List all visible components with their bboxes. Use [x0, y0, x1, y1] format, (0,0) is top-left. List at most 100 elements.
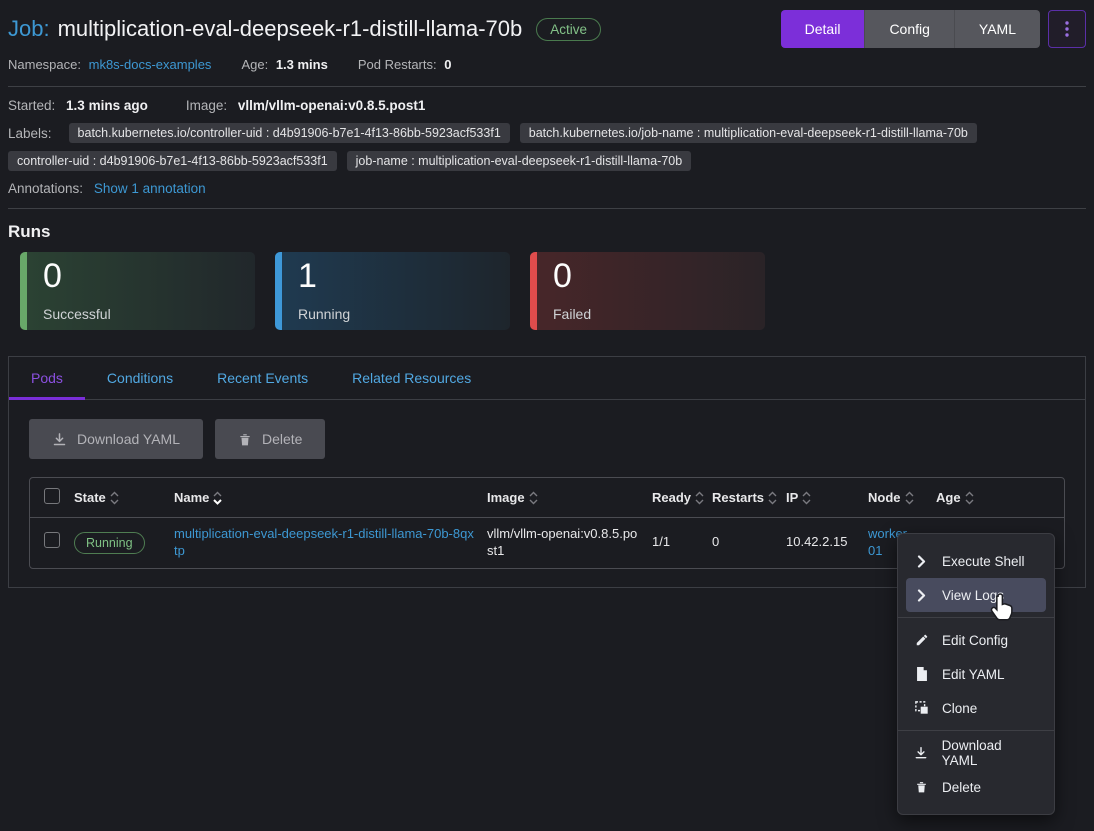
sort-icon: [695, 491, 704, 505]
successful-label: Successful: [43, 306, 239, 322]
labels-row: Labels: batch.kubernetes.io/controller-u…: [8, 123, 1086, 171]
pod-restarts: 0: [706, 518, 780, 568]
menu-item-execute-shell[interactable]: Execute Shell: [898, 544, 1054, 578]
menu-item-label: Clone: [942, 701, 977, 716]
sort-icon: [110, 491, 119, 505]
tab-recent-events[interactable]: Recent Events: [195, 357, 330, 399]
successful-count: 0: [43, 257, 239, 296]
chevron-right-icon: [914, 589, 929, 602]
failed-count: 0: [553, 257, 749, 296]
menu-item-delete[interactable]: Delete: [898, 770, 1054, 804]
yaml-view-button[interactable]: YAML: [954, 10, 1040, 48]
annotations-row: Annotations: Show 1 annotation: [8, 181, 1086, 196]
tab-related-resources[interactable]: Related Resources: [330, 357, 493, 399]
pod-image: vllm/vllm-openai:v0.8.5.post1: [481, 518, 646, 568]
runs-heading: Runs: [8, 222, 1086, 242]
row-checkbox[interactable]: [44, 532, 60, 548]
pod-state-badge: Running: [74, 532, 145, 554]
meta-pod-restarts: Pod Restarts: 0: [358, 57, 452, 72]
menu-item-label: View Logs: [942, 588, 1004, 603]
header-kebab-button[interactable]: [1048, 10, 1086, 48]
labels-label: Labels:: [8, 126, 52, 141]
meta-row: Namespace: mk8s-docs-examples Age: 1.3 m…: [8, 57, 1086, 72]
sort-icon-active: [213, 491, 222, 505]
successful-runs-card: 0 Successful: [20, 252, 255, 330]
image-value: vllm/vllm-openai:v0.8.5.post1: [238, 98, 426, 113]
show-annotation-link[interactable]: Show 1 annotation: [94, 181, 206, 196]
column-header-image[interactable]: Image: [481, 478, 646, 518]
pod-ready: 1/1: [646, 518, 706, 568]
meta-age: Age: 1.3 mins: [241, 57, 327, 72]
tab-conditions[interactable]: Conditions: [85, 357, 195, 399]
download-icon: [52, 432, 67, 447]
sort-icon: [965, 491, 974, 505]
tab-pods[interactable]: Pods: [9, 357, 85, 399]
job-detail-page: Job: multiplication-eval-deepseek-r1-dis…: [0, 0, 1094, 588]
menu-item-edit-config[interactable]: Edit Config: [898, 623, 1054, 657]
started-label: Started:: [8, 98, 55, 113]
failed-runs-card: 0 Failed: [530, 252, 765, 330]
pod-restarts-value: 0: [444, 57, 451, 72]
namespace-link[interactable]: mk8s-docs-examples: [89, 57, 212, 72]
column-header-node[interactable]: Node: [862, 478, 930, 518]
detail-view-button[interactable]: Detail: [781, 10, 865, 48]
started-image-row: Started: 1.3 mins ago Image: vllm/vllm-o…: [8, 98, 1086, 113]
running-runs-card: 1 Running: [275, 252, 510, 330]
menu-group-logs: Execute Shell View Logs: [898, 539, 1054, 617]
age-value: 1.3 mins: [276, 57, 328, 72]
menu-item-label: Execute Shell: [942, 554, 1025, 569]
runs-cards: 0 Successful 1 Running 0 Failed: [20, 252, 1086, 330]
column-header-ready[interactable]: Ready: [646, 478, 706, 518]
running-count: 1: [298, 257, 494, 296]
label-badge: batch.kubernetes.io/job-name : multiplic…: [520, 123, 977, 143]
status-badge: Active: [536, 18, 601, 41]
column-header-state[interactable]: State: [68, 478, 168, 518]
resource-kind: Job:: [8, 16, 50, 42]
menu-item-download-yaml[interactable]: Download YAML: [898, 736, 1054, 770]
menu-item-label: Delete: [942, 780, 981, 795]
label-badge: job-name : multiplication-eval-deepseek-…: [347, 151, 692, 171]
annotations-label: Annotations:: [8, 181, 83, 196]
image-field: Image: vllm/vllm-openai:v0.8.5.post1: [186, 98, 426, 113]
menu-item-label: Edit Config: [942, 633, 1008, 648]
kebab-icon: [1065, 21, 1069, 37]
select-all-checkbox[interactable]: [44, 488, 60, 504]
sort-icon: [802, 491, 811, 505]
section-divider: [8, 208, 1086, 209]
tab-bar: Pods Conditions Recent Events Related Re…: [9, 357, 1085, 400]
delete-button[interactable]: Delete: [215, 419, 325, 459]
config-view-button[interactable]: Config: [864, 10, 953, 48]
column-header-name[interactable]: Name: [168, 478, 481, 518]
download-yaml-button[interactable]: Download YAML: [29, 419, 203, 459]
page-header: Job: multiplication-eval-deepseek-r1-dis…: [8, 10, 1086, 48]
table-header-row: State Name Image Ready Restarts IP Nod: [30, 478, 1064, 518]
column-header-restarts[interactable]: Restarts: [706, 478, 780, 518]
menu-item-view-logs[interactable]: View Logs: [906, 578, 1046, 612]
chevron-right-icon: [914, 555, 929, 568]
menu-group-actions: Download YAML Delete: [898, 730, 1054, 809]
age-label: Age:: [241, 57, 268, 72]
download-yaml-label: Download YAML: [77, 431, 180, 447]
sort-icon: [905, 491, 914, 505]
pod-restarts-label: Pod Restarts:: [358, 57, 437, 72]
view-switcher: Detail Config YAML: [781, 10, 1040, 48]
column-header-age[interactable]: Age: [930, 478, 1016, 518]
file-icon: [914, 667, 929, 681]
pencil-icon: [914, 633, 929, 647]
menu-item-edit-yaml[interactable]: Edit YAML: [898, 657, 1054, 691]
menu-group-edit: Edit Config Edit YAML Clone: [898, 617, 1054, 730]
namespace-label: Namespace:: [8, 57, 81, 72]
clone-icon: [914, 701, 929, 715]
meta-namespace: Namespace: mk8s-docs-examples: [8, 57, 211, 72]
sort-icon: [768, 491, 777, 505]
failed-label: Failed: [553, 306, 749, 322]
page-title: Job: multiplication-eval-deepseek-r1-dis…: [8, 16, 522, 42]
menu-item-label: Edit YAML: [942, 667, 1005, 682]
delete-label: Delete: [262, 431, 302, 447]
image-label: Image:: [186, 98, 227, 113]
pod-name-link[interactable]: multiplication-eval-deepseek-r1-distill-…: [174, 526, 474, 558]
started-field: Started: 1.3 mins ago: [8, 98, 148, 113]
column-header-ip[interactable]: IP: [780, 478, 862, 518]
pod-ip: 10.42.2.15: [780, 518, 862, 568]
menu-item-clone[interactable]: Clone: [898, 691, 1054, 725]
